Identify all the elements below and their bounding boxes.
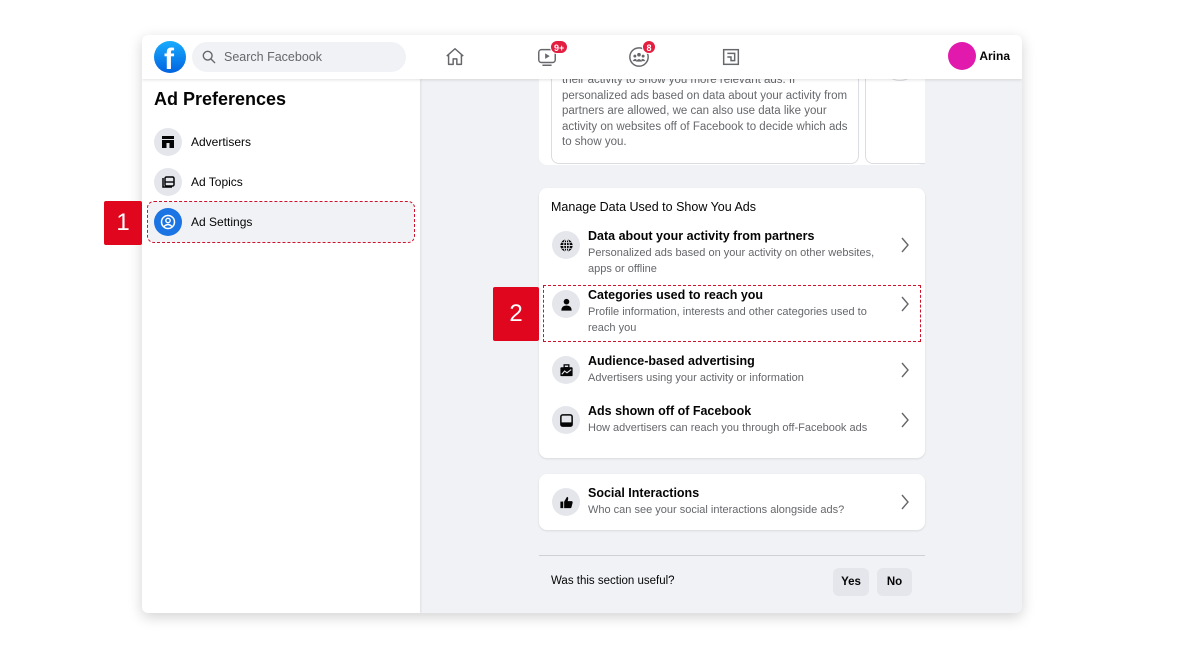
globe-icon [559,238,573,252]
row-partner-activity[interactable]: Data about your activity from partners P… [544,227,920,277]
row-title: Ads shown off of Facebook [588,404,752,418]
annotation-marker-1: 1 [104,201,142,245]
tablet-icon [559,413,573,427]
ad-topics-icon [162,176,175,188]
card-title: Manage Data Used to Show You Ads [551,200,757,214]
ads-info-card: their activity to show you more relevant… [539,45,925,165]
thumbs-up-icon [559,496,573,508]
top-navigation-bar: f 9+ 8 Arina [142,35,1022,79]
row-subtitle: Personalized ads based on your activity … [588,247,875,275]
browser-window: f 9+ 8 Arina Ad Preferences [142,35,1022,613]
row-subtitle: Who can see your social interactions alo… [588,504,845,516]
next-info-card [865,45,925,164]
nav-groups[interactable]: 8 [626,40,656,69]
feedback-question: Was this section useful? [551,575,675,587]
sidebar-item-ad-settings[interactable]: Ad Settings [147,201,415,243]
search-icon [202,50,216,64]
facebook-logo-icon[interactable]: f [154,41,186,73]
search-input[interactable] [224,50,394,64]
nav-gaming[interactable] [718,45,744,69]
chevron-right-icon [901,412,909,428]
row-title: Social Interactions [588,486,700,500]
row-title: Audience-based advertising [588,354,755,368]
social-interactions-card: Social Interactions Who can see your soc… [539,474,925,530]
avatar[interactable] [948,42,977,70]
profile-name: Arina [979,49,1010,63]
chevron-right-icon [901,296,909,312]
sidebar-item-ad-topics[interactable]: Ad Topics [148,162,414,202]
no-button[interactable]: No [877,568,912,596]
gaming-icon [722,48,740,66]
groups-badge: 8 [642,40,656,54]
profile-button[interactable]: Arina [948,42,1010,70]
row-subtitle: How advertisers can reach you through of… [588,422,868,434]
store-icon [162,136,174,148]
watch-badge: 9+ [550,40,569,54]
person-icon [560,298,572,311]
briefcase-icon [559,363,573,376]
user-circle-icon [160,214,176,230]
sidebar: Ad Preferences Advertisers Ad Topics Ad … [142,79,420,613]
row-subtitle: Advertisers using your activity or infor… [588,372,804,384]
home-icon [446,48,464,66]
search-box[interactable] [192,42,406,72]
row-off-facebook-ads[interactable]: Ads shown off of Facebook How advertiser… [544,402,920,452]
page-title: Ad Preferences [154,89,287,109]
row-social-interactions[interactable]: Social Interactions Who can see your soc… [544,484,920,534]
chevron-right-icon [901,494,909,510]
section-divider [539,555,925,556]
annotation-marker-2: 2 [493,287,539,341]
yes-button[interactable]: Yes [833,568,869,596]
sidebar-item-label: Advertisers [191,135,252,149]
manage-data-card: Manage Data Used to Show You Ads Data ab… [539,188,925,458]
row-categories[interactable]: Categories used to reach you Profile inf… [543,285,921,342]
nav-home[interactable] [442,45,468,69]
row-title: Data about your activity from partners [588,229,815,243]
sidebar-item-label: Ad Settings [191,215,253,229]
row-title: Categories used to reach you [588,288,764,302]
ads-info-inner-card: their activity to show you more relevant… [551,73,859,164]
sidebar-item-label: Ad Topics [191,175,243,189]
chevron-right-icon [901,362,909,378]
row-subtitle: Profile information, interests and other… [588,306,867,334]
sidebar-item-advertisers[interactable]: Advertisers [148,122,414,162]
row-audience-advertising[interactable]: Audience-based advertising Advertisers u… [544,352,920,402]
ads-info-text: their activity to show you more relevant… [562,74,848,148]
nav-watch[interactable]: 9+ [534,40,569,69]
chevron-right-icon [901,237,909,253]
